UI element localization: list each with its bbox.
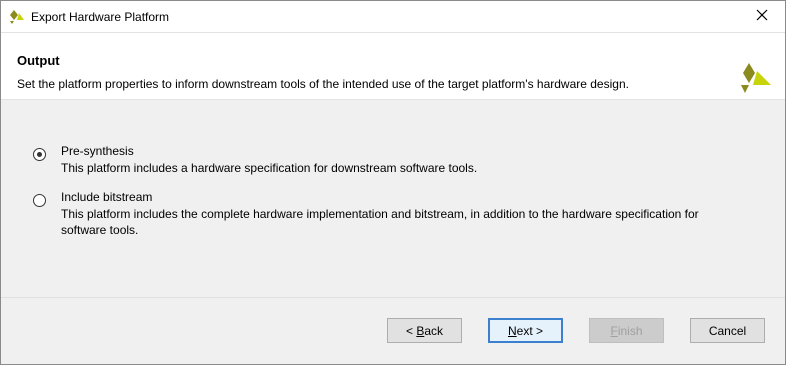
close-button[interactable] xyxy=(739,1,785,32)
back-mnemonic: B xyxy=(416,323,425,338)
footer-divider xyxy=(1,297,785,298)
option-label: Pre-synthesis xyxy=(61,144,134,158)
option-description: This platform includes a hardware specif… xyxy=(61,161,478,175)
next-button[interactable]: Next > xyxy=(488,318,563,343)
next-rest: ext > xyxy=(516,323,544,338)
cancel-button[interactable]: Cancel xyxy=(690,318,765,343)
window-title: Export Hardware Platform xyxy=(31,10,170,24)
option-description: This platform includes the complete hard… xyxy=(61,207,699,237)
pre-synthesis-radio[interactable] xyxy=(33,148,46,161)
back-prefix: < xyxy=(405,323,417,338)
finish-rest: inish xyxy=(617,323,643,338)
option-label: Include bitstream xyxy=(61,190,153,204)
xilinx-logo-icon xyxy=(737,61,773,97)
back-rest: ack xyxy=(424,323,444,338)
wizard-header: Output Set the platform properties to in… xyxy=(1,32,785,100)
finish-mnemonic: F xyxy=(610,323,618,338)
page-title: Output xyxy=(17,53,60,68)
include-bitstream-radio[interactable] xyxy=(33,194,46,207)
title-bar: Export Hardware Platform xyxy=(1,1,785,32)
export-hardware-platform-dialog: Export Hardware Platform Output Set the … xyxy=(0,0,786,365)
xilinx-logo-icon xyxy=(9,9,25,25)
next-mnemonic: N xyxy=(507,323,517,338)
close-icon xyxy=(756,9,768,24)
back-button[interactable]: < Back xyxy=(387,318,462,343)
finish-button[interactable]: Finish xyxy=(589,318,664,343)
page-description: Set the platform properties to inform do… xyxy=(17,77,629,91)
